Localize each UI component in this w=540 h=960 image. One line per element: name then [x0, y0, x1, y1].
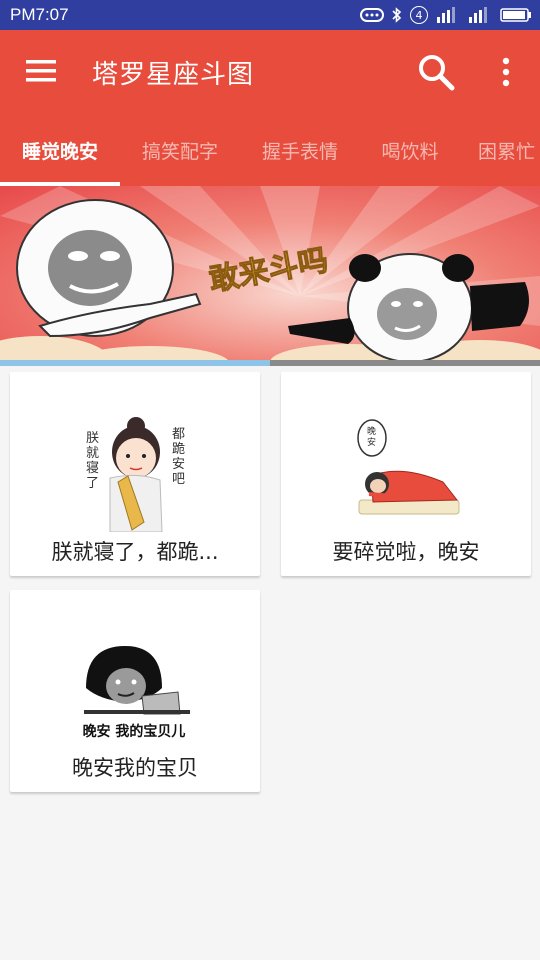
tab-funny-captions[interactable]: 搞笑配字: [120, 114, 240, 186]
meme-title: 要碎觉啦，晚安: [332, 540, 480, 564]
menu-icon[interactable]: [24, 56, 58, 86]
signal-icon: [437, 7, 455, 23]
tab-handshake[interactable]: 握手表情: [240, 114, 360, 186]
message-icon: [360, 8, 384, 22]
battery-icon: [500, 8, 531, 22]
meme-caption-left: 朕就寝了: [86, 431, 99, 491]
app-title: 塔罗星座斗图: [92, 60, 255, 90]
meme-card[interactable]: 朕就寝了 都跪安吧 朕就寝了，都跪...: [10, 372, 260, 576]
status-bar: PM7:07 4: [0, 0, 540, 30]
status-time: PM7:07: [10, 5, 69, 24]
tab-tired-busy[interactable]: 困累忙: [468, 114, 540, 186]
meme-image-emperor: 朕就寝了 都跪安吧: [78, 416, 192, 532]
status-icons: 4: [360, 5, 532, 25]
meme-image-sleeping: 晚安: [357, 419, 460, 515]
signal-icon-2: [469, 7, 487, 23]
banner-image: 敢来斗吗: [0, 186, 540, 366]
app-bar: 塔罗星座斗图: [0, 30, 540, 114]
tab-drinks[interactable]: 喝饮料: [352, 114, 468, 186]
meme-caption-right: 都跪安吧: [172, 427, 185, 487]
tab-sleep-goodnight[interactable]: 睡觉晚安: [0, 114, 120, 186]
sim-badge: 4: [410, 6, 428, 24]
meme-title: 朕就寝了，都跪...: [51, 540, 219, 564]
meme-card[interactable]: 晚安 要碎觉啦，晚安: [281, 372, 531, 576]
meme-title: 晚安我的宝贝: [72, 756, 198, 780]
banner-indicator-right: [270, 360, 540, 366]
banner[interactable]: 敢来斗吗: [0, 186, 540, 366]
category-tabs: 睡觉晚安 搞笑配字 握手表情 喝饮料 困累忙: [0, 114, 540, 186]
meme-caption: 晚安 我的宝贝儿: [83, 723, 186, 740]
banner-indicator-left: [0, 360, 270, 366]
meme-card[interactable]: 晚安 我的宝贝儿 晚安我的宝贝: [10, 590, 260, 792]
more-vert-icon[interactable]: [496, 54, 516, 90]
meme-image-baby: 晚安 我的宝贝儿: [83, 646, 190, 740]
search-icon[interactable]: [416, 52, 456, 92]
bluetooth-icon: [392, 7, 402, 23]
